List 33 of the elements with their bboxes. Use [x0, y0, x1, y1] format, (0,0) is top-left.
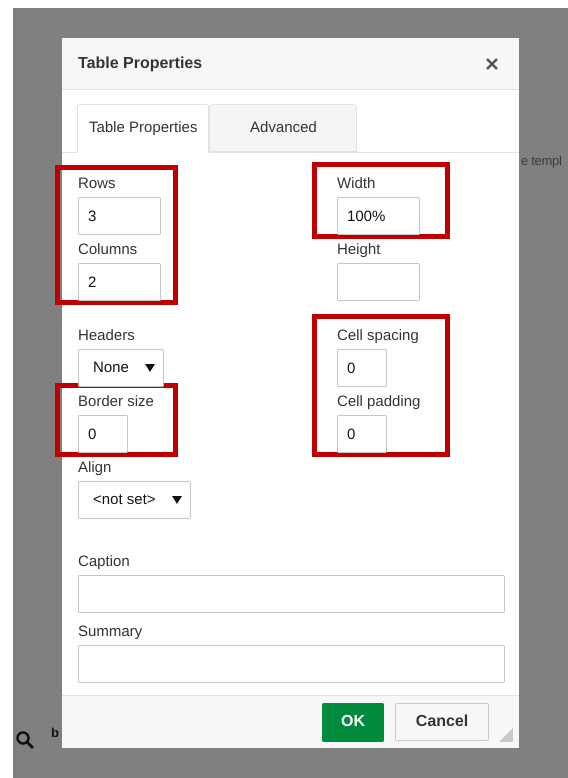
field-label: Border size — [78, 393, 155, 411]
background-text: e templ — [521, 152, 562, 170]
dropdown[interactable]: None — [78, 349, 164, 387]
field-label: Width — [337, 175, 376, 193]
field-label: Cell spacing — [337, 327, 420, 345]
ok-button[interactable]: OK — [322, 702, 384, 742]
input-field[interactable]: 2 — [78, 263, 161, 301]
field-label: Columns — [78, 241, 138, 259]
dialog-title: Table Properties — [78, 54, 202, 74]
field-label: Height — [337, 241, 382, 259]
cancel-button[interactable]: Cancel — [395, 703, 489, 741]
field-label: Align — [78, 459, 112, 477]
toolbar-glyph[interactable]: b — [51, 723, 59, 742]
field-label: Rows — [78, 175, 117, 193]
input-field[interactable] — [78, 645, 505, 683]
field-label: Summary — [78, 623, 144, 641]
search-icon[interactable] — [15, 730, 35, 750]
input-field[interactable]: 100% — [337, 197, 420, 235]
input-field[interactable]: 3 — [78, 197, 161, 235]
caret-icon — [144, 363, 155, 373]
field-label: Headers — [78, 327, 136, 345]
tab[interactable]: Advanced — [209, 104, 358, 152]
input-field[interactable]: 0 — [337, 415, 387, 453]
field-label: Caption — [78, 553, 131, 571]
input-field[interactable]: 0 — [337, 349, 387, 387]
input-field[interactable]: 0 — [78, 415, 128, 453]
caret-icon — [172, 495, 182, 505]
input-field[interactable] — [337, 263, 420, 301]
resize-handle[interactable] — [499, 728, 513, 742]
input-field[interactable] — [78, 575, 505, 613]
dropdown[interactable]: <not set> — [78, 481, 191, 519]
field-label: Cell padding — [337, 393, 420, 411]
tab[interactable]: Table Properties — [77, 104, 210, 153]
